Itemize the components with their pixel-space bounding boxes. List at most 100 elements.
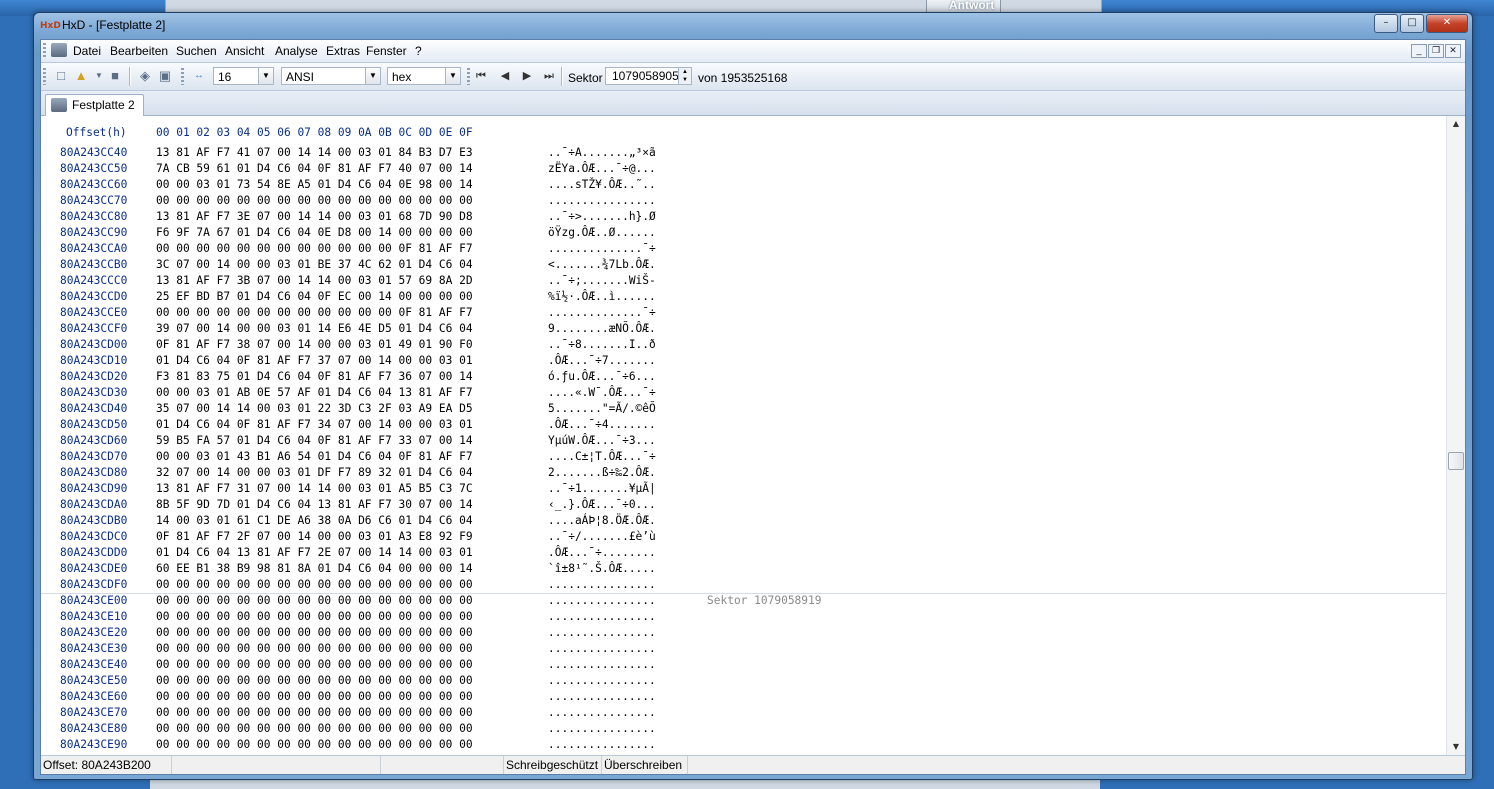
scroll-up-icon[interactable]: ▲ <box>1447 116 1465 132</box>
open-dropdown-icon[interactable]: ▼ <box>91 68 107 84</box>
hex-bytes-cell[interactable]: 00 00 00 00 00 00 00 00 00 00 00 00 00 0… <box>156 577 473 593</box>
title-bar[interactable]: HxD HxD - [Festplatte 2] – □ ✕ <box>34 13 1472 38</box>
text-cell[interactable]: 9........æNÕ.ÔÆ. <box>548 321 656 337</box>
hex-row[interactable]: 80A243CE80 00 00 00 00 00 00 00 00 00 00 … <box>41 721 1446 737</box>
offset-cell[interactable]: 80A243CD60 <box>60 433 127 449</box>
hex-bytes-cell[interactable]: F3 81 83 75 01 D4 C6 04 0F 81 AF F7 36 0… <box>156 369 473 385</box>
text-cell[interactable]: ................ <box>548 721 656 737</box>
hex-row[interactable]: 80A243CD30 00 00 03 01 AB 0E 57 AF 01 D4 … <box>41 385 1446 401</box>
text-cell[interactable]: ..¯÷1.......¥µÃ| <box>548 481 656 497</box>
hex-row[interactable]: 80A243CE40 00 00 00 00 00 00 00 00 00 00 … <box>41 657 1446 673</box>
scroll-thumb[interactable] <box>1448 452 1464 470</box>
offset-cell[interactable]: 80A243CC40 <box>60 145 127 161</box>
hex-row[interactable]: 80A243CD80 32 07 00 14 00 00 03 01 DF F7 … <box>41 465 1446 481</box>
hex-row[interactable]: 80A243CE50 00 00 00 00 00 00 00 00 00 00 … <box>41 673 1446 689</box>
sector-spinner[interactable]: ▲ ▼ <box>678 68 691 84</box>
hex-bytes-cell[interactable]: 7A CB 59 61 01 D4 C6 04 0F 81 AF F7 40 0… <box>156 161 473 177</box>
previous-sector-icon[interactable]: ◀ <box>497 68 513 84</box>
hex-row[interactable]: 80A243CC80 13 81 AF F7 3E 07 00 14 14 00 … <box>41 209 1446 225</box>
hex-row[interactable]: 80A243CE30 00 00 00 00 00 00 00 00 00 00 … <box>41 641 1446 657</box>
offset-cell[interactable]: 80A243CD00 <box>60 337 127 353</box>
text-cell[interactable]: ..¯÷A.......„³×ã <box>548 145 656 161</box>
hex-row[interactable]: 80A243CDF0 00 00 00 00 00 00 00 00 00 00 … <box>41 577 1446 593</box>
hex-row[interactable]: 80A243CE70 00 00 00 00 00 00 00 00 00 00 … <box>41 705 1446 721</box>
hex-bytes-cell[interactable]: 00 00 00 00 00 00 00 00 00 00 00 00 00 0… <box>156 689 473 705</box>
offset-cell[interactable]: 80A243CCA0 <box>60 241 127 257</box>
text-cell[interactable]: ó.ƒu.ÔÆ...¯÷6... <box>548 369 656 385</box>
offset-cell[interactable]: 80A243CC90 <box>60 225 127 241</box>
hex-row[interactable]: 80A243CDE0 60 EE B1 38 B9 98 81 8A 01 D4 … <box>41 561 1446 577</box>
save-icon[interactable]: ■ <box>107 68 123 84</box>
menu-datei[interactable]: Datei <box>73 44 101 58</box>
menu-suchen[interactable]: Suchen <box>176 44 217 58</box>
offset-cell[interactable]: 80A243CCB0 <box>60 257 127 273</box>
bytes-per-row-select[interactable]: 16 ▼ <box>213 67 274 85</box>
offset-cell[interactable]: 80A243CDB0 <box>60 513 127 529</box>
offset-cell[interactable]: 80A243CE40 <box>60 657 127 673</box>
hex-bytes-cell[interactable]: 00 00 00 00 00 00 00 00 00 00 00 00 00 0… <box>156 737 473 753</box>
offset-cell[interactable]: 80A243CD90 <box>60 481 127 497</box>
text-cell[interactable]: `î±8¹˜.Š.ÔÆ..... <box>548 561 656 577</box>
text-cell[interactable]: zËYa.ÔÆ...¯÷@... <box>548 161 656 177</box>
offset-cell[interactable]: 80A243CD40 <box>60 401 127 417</box>
offset-cell[interactable]: 80A243CE10 <box>60 609 127 625</box>
text-cell[interactable]: .ÔÆ...¯÷........ <box>548 545 656 561</box>
offset-cell[interactable]: 80A243CD50 <box>60 417 127 433</box>
hex-editor-view[interactable]: Offset(h) 00 01 02 03 04 05 06 07 08 09 … <box>41 116 1465 756</box>
hex-row[interactable]: 80A243CCD0 25 EF BD B7 01 D4 C6 04 0F EC … <box>41 289 1446 305</box>
menu-ansicht[interactable]: Ansicht <box>225 44 264 58</box>
hex-row[interactable]: 80A243CCB0 3C 07 00 14 00 00 03 01 BE 37 … <box>41 257 1446 273</box>
offset-cell[interactable]: 80A243CDD0 <box>60 545 127 561</box>
hex-bytes-cell[interactable]: 13 81 AF F7 41 07 00 14 14 00 03 01 84 B… <box>156 145 473 161</box>
text-cell[interactable]: ..............¯÷ <box>548 241 656 257</box>
text-cell[interactable]: ................ <box>548 609 656 625</box>
toolbar-grip-handle-3[interactable] <box>467 68 470 85</box>
text-cell[interactable]: YµúW.ÔÆ...¯÷3... <box>548 433 656 449</box>
hex-bytes-cell[interactable]: 00 00 00 00 00 00 00 00 00 00 00 00 00 0… <box>156 593 473 609</box>
hex-row[interactable]: 80A243CC50 7A CB 59 61 01 D4 C6 04 0F 81 … <box>41 161 1446 177</box>
text-cell[interactable]: ....C±¦T.ÔÆ...¯÷ <box>548 449 656 465</box>
text-cell[interactable]: .ÔÆ...¯÷4....... <box>548 417 656 433</box>
offset-cell[interactable]: 80A243CE80 <box>60 721 127 737</box>
status-mode[interactable]: Überschreiben <box>602 756 688 774</box>
text-cell[interactable]: öŸzg.ÔÆ..Ø...... <box>548 225 656 241</box>
hex-bytes-cell[interactable]: 01 D4 C6 04 13 81 AF F7 2E 07 00 14 14 0… <box>156 545 473 561</box>
offset-base-select[interactable]: hex ▼ <box>387 67 461 85</box>
offset-cell[interactable]: 80A243CE60 <box>60 689 127 705</box>
offset-cell[interactable]: 80A243CDF0 <box>60 577 127 593</box>
offset-cell[interactable]: 80A243CDC0 <box>60 529 127 545</box>
charset-select[interactable]: ANSI ▼ <box>281 67 381 85</box>
text-cell[interactable]: ................ <box>548 193 656 209</box>
offset-cell[interactable]: 80A243CD10 <box>60 353 127 369</box>
hex-row[interactable]: 80A243CE00 00 00 00 00 00 00 00 00 00 00 … <box>41 593 1446 609</box>
text-cell[interactable]: ................ <box>548 737 656 753</box>
chevron-down-icon[interactable]: ▼ <box>445 68 460 84</box>
hex-bytes-cell[interactable]: 00 00 03 01 AB 0E 57 AF 01 D4 C6 04 13 8… <box>156 385 473 401</box>
text-cell[interactable]: 2.......ß÷‰2.ÔÆ. <box>548 465 656 481</box>
text-cell[interactable]: %ï½·.ÔÆ..ì...... <box>548 289 656 305</box>
open-folder-icon[interactable]: ▲ <box>73 68 89 84</box>
offset-cell[interactable]: 80A243CD70 <box>60 449 127 465</box>
chevron-down-icon[interactable]: ▼ <box>365 68 380 84</box>
text-cell[interactable]: ................ <box>548 705 656 721</box>
menu-grip-handle[interactable] <box>43 43 46 58</box>
hex-row[interactable]: 80A243CE20 00 00 00 00 00 00 00 00 00 00 … <box>41 625 1446 641</box>
hex-row[interactable]: 80A243CE90 00 00 00 00 00 00 00 00 00 00 … <box>41 737 1446 753</box>
first-sector-icon[interactable]: ⏮ <box>473 68 489 84</box>
hex-bytes-cell[interactable]: 13 81 AF F7 3E 07 00 14 14 00 03 01 68 7… <box>156 209 473 225</box>
text-cell[interactable]: <.......¾7Lb.ÔÆ. <box>548 257 656 273</box>
offset-cell[interactable]: 80A243CCF0 <box>60 321 127 337</box>
hex-row[interactable]: 80A243CCF0 39 07 00 14 00 00 03 01 14 E6 … <box>41 321 1446 337</box>
hex-bytes-cell[interactable]: 59 B5 FA 57 01 D4 C6 04 0F 81 AF F7 33 0… <box>156 433 473 449</box>
hex-bytes-cell[interactable]: 00 00 00 00 00 00 00 00 00 00 00 00 00 0… <box>156 673 473 689</box>
hex-row[interactable]: 80A243CD90 13 81 AF F7 31 07 00 14 14 00 … <box>41 481 1446 497</box>
next-sector-icon[interactable]: ▶ <box>519 68 535 84</box>
hex-bytes-cell[interactable]: 00 00 03 01 73 54 8E A5 01 D4 C6 04 0E 9… <box>156 177 473 193</box>
hex-bytes-cell[interactable]: 00 00 00 00 00 00 00 00 00 00 00 00 00 0… <box>156 641 473 657</box>
text-cell[interactable]: ................ <box>548 641 656 657</box>
close-button[interactable]: ✕ <box>1426 14 1468 33</box>
hex-bytes-cell[interactable]: 0F 81 AF F7 2F 07 00 14 00 00 03 01 A3 E… <box>156 529 473 545</box>
hex-bytes-cell[interactable]: 00 00 03 01 43 B1 A6 54 01 D4 C6 04 0F 8… <box>156 449 473 465</box>
offset-cell[interactable]: 80A243CDA0 <box>60 497 127 513</box>
hex-bytes-cell[interactable]: 32 07 00 14 00 00 03 01 DF F7 89 32 01 D… <box>156 465 473 481</box>
